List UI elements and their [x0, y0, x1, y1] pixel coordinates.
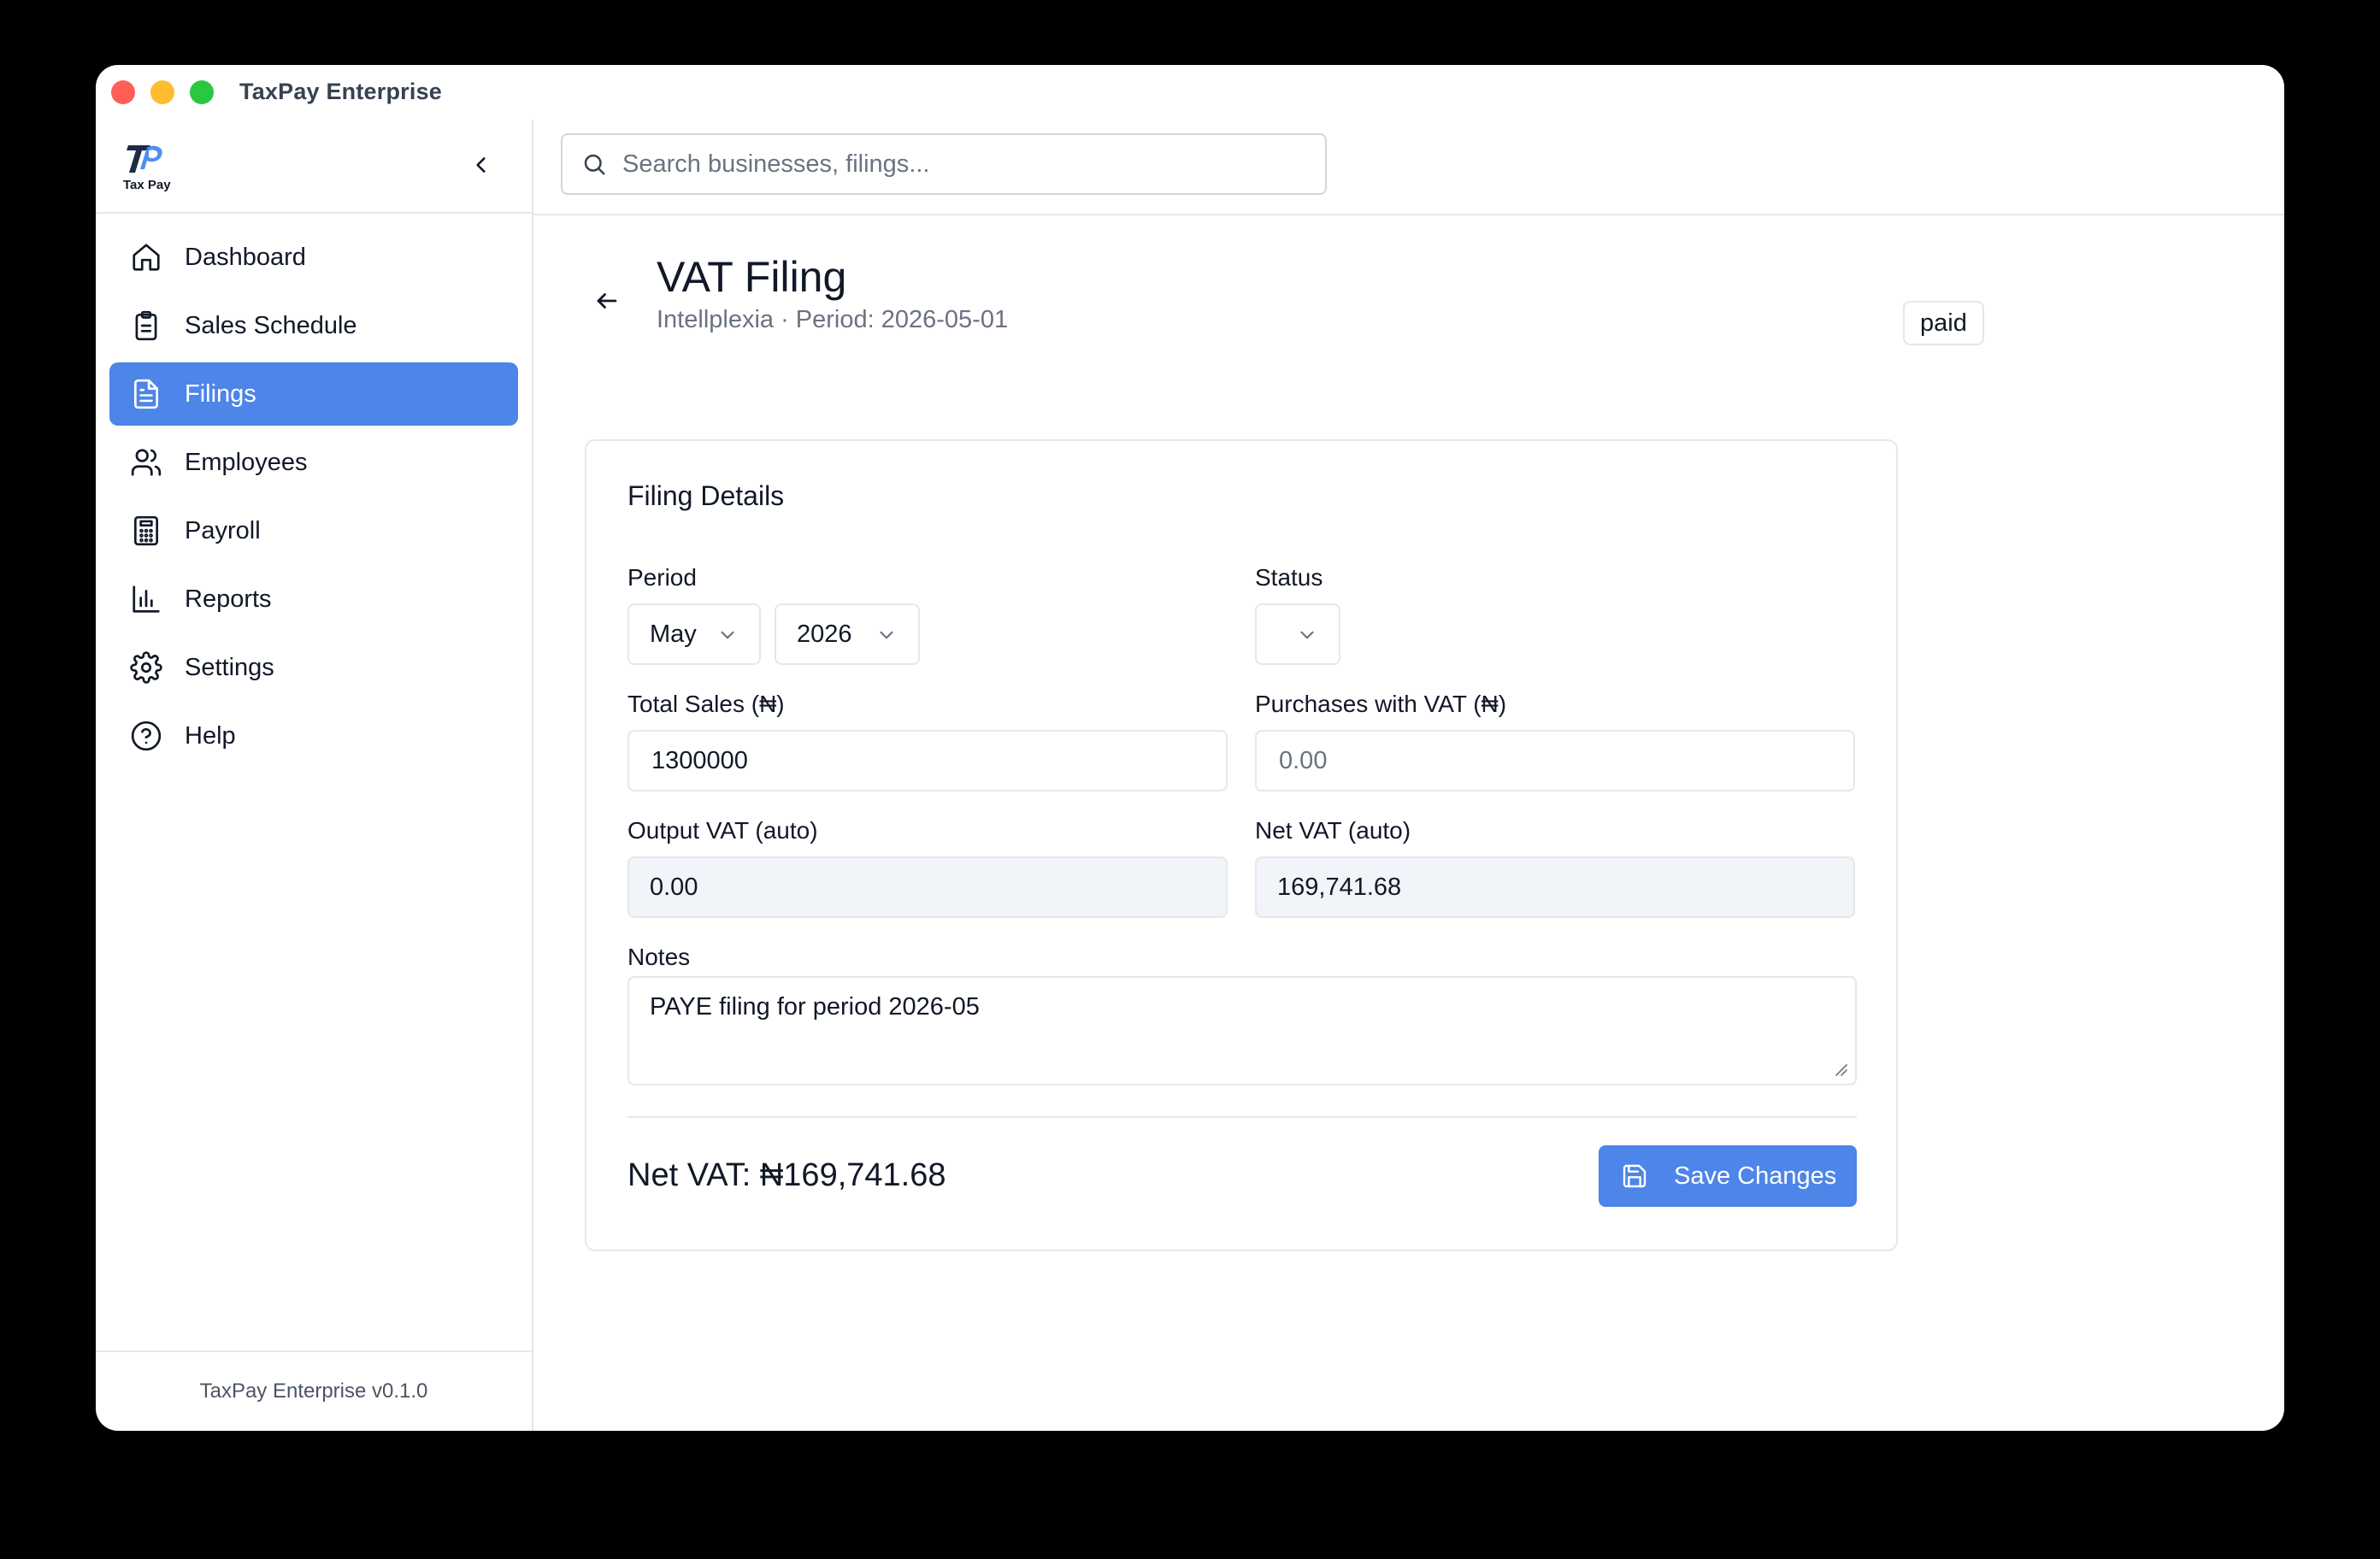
period-label: Period	[627, 564, 697, 591]
top-bar	[533, 120, 2284, 215]
year-value: 2026	[797, 620, 852, 648]
divider	[627, 1116, 1857, 1118]
save-button-label: Save Changes	[1674, 1162, 1837, 1190]
net-vat-value: 169,741.68	[1277, 873, 1402, 901]
search-input[interactable]	[621, 149, 1287, 179]
title-block: VAT Filing Intellplexia · Period: 2026-0…	[657, 251, 1008, 334]
title-bar: TaxPay Enterprise	[96, 65, 2284, 120]
bar-chart-icon	[130, 583, 162, 615]
status-label: Status	[1255, 564, 1323, 591]
month-select[interactable]: May	[627, 603, 761, 665]
sidebar-item-label: Payroll	[185, 516, 261, 544]
app-window: TaxPay Enterprise Tax Pay Dashboard Sale…	[96, 65, 2284, 1431]
sidebar-item-label: Sales Schedule	[185, 311, 357, 339]
net-vat-total: Net VAT: ₦169,741.68	[627, 1157, 946, 1193]
app-version: TaxPay Enterprise v0.1.0	[96, 1350, 532, 1431]
total-sales-field[interactable]	[627, 730, 1228, 791]
sidebar-item-label: Settings	[185, 653, 274, 681]
save-icon	[1623, 1164, 1647, 1188]
minimize-window-button[interactable]	[150, 80, 174, 104]
sidebar-nav: Dashboard Sales Schedule Filings Employe…	[109, 226, 518, 773]
chevron-down-icon	[1300, 631, 1314, 639]
gear-icon	[130, 651, 162, 684]
sidebar-item-label: Filings	[185, 379, 256, 408]
sidebar-item-reports[interactable]: Reports	[109, 568, 518, 631]
purchases-label: Purchases with VAT (₦)	[1255, 691, 1507, 717]
sidebar-item-label: Employees	[185, 448, 308, 476]
filing-details-card: Filing Details Period May 2026 Status To…	[585, 439, 1898, 1251]
month-value: May	[650, 620, 697, 648]
chevron-down-icon	[721, 631, 734, 639]
search-box[interactable]	[561, 133, 1327, 195]
sidebar-item-payroll[interactable]: Payroll	[109, 499, 518, 562]
card-title: Filing Details	[627, 480, 785, 511]
output-vat-field: 0.00	[627, 856, 1228, 918]
sidebar-header: Tax Pay	[96, 120, 532, 214]
back-button[interactable]	[590, 284, 624, 318]
document-icon	[130, 378, 162, 410]
net-vat-field: 169,741.68	[1255, 856, 1855, 918]
status-badge: paid	[1903, 301, 1984, 345]
sidebar-item-label: Reports	[185, 585, 272, 613]
zoom-window-button[interactable]	[190, 80, 214, 104]
home-icon	[130, 241, 162, 274]
search-icon	[584, 154, 605, 175]
help-circle-icon	[130, 720, 162, 752]
collapse-sidebar-button[interactable]	[458, 142, 504, 188]
output-vat-label: Output VAT (auto)	[627, 817, 818, 844]
sidebar-item-employees[interactable]: Employees	[109, 431, 518, 494]
calculator-icon	[130, 515, 162, 547]
notes-textarea[interactable]: PAYE filing for period 2026-05	[627, 976, 1857, 1085]
save-changes-button[interactable]: Save Changes	[1599, 1145, 1857, 1207]
window-title: TaxPay Enterprise	[239, 79, 443, 104]
year-select[interactable]: 2026	[775, 603, 920, 665]
sidebar-item-help[interactable]: Help	[109, 704, 518, 768]
sidebar-item-label: Dashboard	[185, 243, 306, 271]
page-subtitle: Intellplexia · Period: 2026-05-01	[657, 306, 1009, 333]
main-content: VAT Filing Intellplexia · Period: 2026-0…	[533, 120, 2284, 1431]
arrow-left-icon	[597, 293, 617, 309]
notes-label: Notes	[627, 944, 691, 970]
page-header: VAT Filing Intellplexia · Period: 2026-0…	[533, 215, 2284, 345]
chevron-left-icon	[476, 157, 486, 173]
sidebar-item-dashboard[interactable]: Dashboard	[109, 226, 518, 289]
page-title: VAT Filing	[657, 253, 847, 301]
sidebar-item-filings[interactable]: Filings	[109, 362, 518, 426]
status-select[interactable]	[1255, 603, 1340, 665]
total-sales-input[interactable]	[650, 745, 1197, 776]
output-vat-value: 0.00	[650, 873, 698, 901]
total-sales-label: Total Sales (₦)	[627, 691, 785, 717]
purchases-field[interactable]	[1255, 730, 1855, 791]
sidebar-item-sales-schedule[interactable]: Sales Schedule	[109, 294, 518, 357]
chevron-down-icon	[880, 631, 893, 639]
resize-handle-icon[interactable]	[1833, 1062, 1848, 1077]
net-vat-label: Net VAT (auto)	[1255, 817, 1411, 844]
users-icon	[130, 446, 162, 479]
clipboard-icon	[130, 309, 162, 342]
purchases-input[interactable]	[1277, 745, 1824, 776]
sidebar: Tax Pay Dashboard Sales Schedule Filings…	[96, 120, 533, 1431]
close-window-button[interactable]	[111, 80, 135, 104]
notes-value: PAYE filing for period 2026-05	[650, 993, 980, 1021]
sidebar-item-settings[interactable]: Settings	[109, 636, 518, 699]
sidebar-item-label: Help	[185, 721, 236, 750]
logo-text: Tax Pay	[123, 178, 171, 192]
